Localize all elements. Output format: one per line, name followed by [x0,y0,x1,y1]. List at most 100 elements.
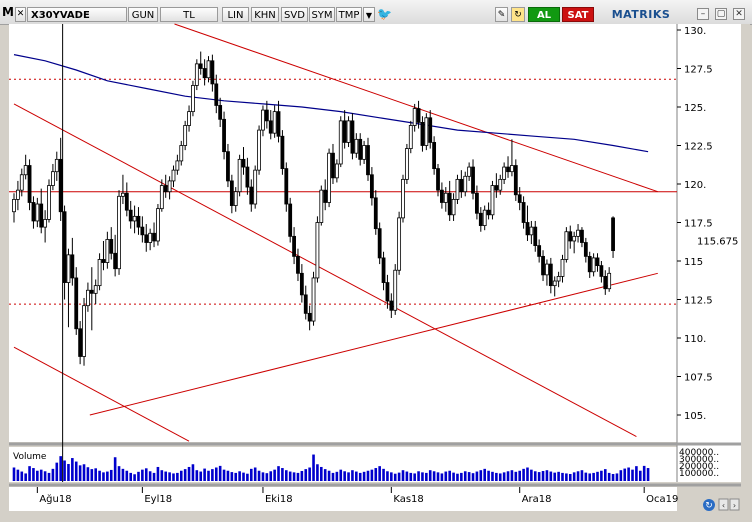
volume-bar [580,470,584,481]
volume-bar [463,471,467,481]
volume-bar [339,469,343,481]
chart-area[interactable]: 105. 107.5 110. 112.5 115 117.5 120. 122.5 125. 1… [0,0,752,522]
candle-body [296,255,300,274]
candle[interactable] [338,116,343,168]
candle-body [206,60,211,79]
candle[interactable] [432,136,437,175]
candle-body [428,117,433,143]
candle[interactable] [424,113,429,151]
candle-body [15,189,20,200]
candle[interactable] [280,130,285,175]
candle-body [175,160,180,171]
svg-text:›: › [733,501,736,510]
candle[interactable] [47,179,51,223]
candle[interactable] [455,174,460,205]
volume-bar [584,472,588,481]
candle-body [299,272,304,296]
volume-bar [382,468,385,481]
candle-body [171,169,176,182]
candle-body [603,275,608,290]
candle[interactable] [327,148,331,208]
candle[interactable] [27,159,32,211]
volume-bar [176,472,179,481]
candle[interactable] [564,227,569,263]
candle[interactable] [117,190,121,275]
candle-body [58,158,63,213]
volume-bar [603,469,607,481]
y-tick-label: 117.5 [684,219,713,230]
candle-body [62,211,67,283]
candle-body [194,63,199,86]
candle[interactable] [82,297,86,366]
candle[interactable] [194,59,199,91]
candle[interactable] [253,165,258,209]
candle[interactable] [311,271,316,326]
candle-body [401,178,405,219]
candle[interactable] [346,116,351,148]
candle[interactable] [404,143,409,184]
volume-bar [43,471,47,481]
candle[interactable] [156,204,160,246]
candle[interactable] [191,80,195,117]
candle-body [525,222,530,236]
volume-bar [553,472,557,481]
candle-body [226,151,230,182]
candle-body [478,212,483,226]
candle-body [498,178,503,191]
volume-bar [530,469,533,481]
candle-body [23,165,28,176]
volume-bar [615,473,619,481]
candle[interactable] [315,216,320,283]
candle-body [54,158,59,173]
candle[interactable] [257,125,261,175]
candle[interactable] [319,185,324,226]
candle-body [490,185,495,216]
volume-bar [619,470,623,481]
candle[interactable] [393,264,398,315]
candle[interactable] [408,120,413,154]
volume-bar [471,473,475,481]
candle[interactable] [284,162,289,212]
volume-bar [638,470,642,481]
candle-body [350,120,355,154]
candle-body [86,289,90,307]
candle[interactable] [183,120,188,151]
candle-body [117,195,121,270]
y-tick-label: 112.5 [684,296,713,307]
candle-body [187,111,191,126]
candle[interactable] [377,222,382,265]
volume-bar [611,473,615,481]
volume-bar [129,472,132,481]
candle-body [556,275,561,282]
volume-bar [642,465,646,481]
candle-body [420,122,425,146]
candle-body [568,231,573,242]
volume-bar [292,472,296,481]
volume-bar [253,467,257,481]
candle-body [39,203,44,228]
candle-body [404,148,409,180]
volume-bar [526,467,529,481]
volume-bar [428,470,432,481]
candle-body [436,168,440,191]
vertical-scrollbar[interactable] [741,24,750,511]
candle-body [377,228,382,259]
candle-body [148,232,153,243]
volume-bar [183,469,187,481]
candle[interactable] [288,197,293,243]
nav-buttons[interactable]: ↻ ‹ › [703,498,740,511]
candle[interactable] [397,211,402,275]
candle-body [70,254,75,279]
x-tick-label: Ağu18 [39,493,71,505]
candle[interactable] [490,180,495,220]
volume-bar [467,472,471,481]
candle-body [564,231,569,260]
volume-bar [74,461,78,481]
volume-bar [203,468,206,481]
volume-bar [475,471,479,481]
x-tick-label: Eki18 [265,494,293,505]
candle[interactable] [401,174,405,223]
candle[interactable] [513,159,518,201]
volume-bar [207,470,210,481]
candle[interactable] [237,154,242,197]
